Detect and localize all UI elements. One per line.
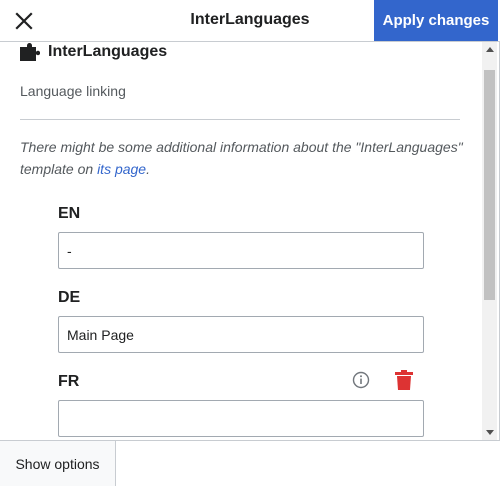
scroll-thumb[interactable] [484, 70, 495, 300]
trash-icon[interactable] [395, 370, 413, 390]
info-icon[interactable] [352, 371, 370, 389]
param-label-en: EN [58, 205, 81, 222]
close-button[interactable] [6, 3, 42, 39]
chevron-down-icon [485, 430, 494, 435]
template-page-link[interactable]: its page [97, 161, 146, 177]
template-note: There might be some additional informati… [20, 136, 470, 180]
template-dialog: InterLanguages Apply changes InterLangua… [0, 0, 500, 486]
note-suffix: . [146, 161, 150, 177]
scrollbar[interactable] [482, 42, 497, 440]
param-label-de: DE [58, 289, 81, 306]
dialog-header: InterLanguages Apply changes [0, 0, 500, 42]
puzzle-icon [20, 43, 40, 61]
chevron-up-icon [485, 47, 494, 52]
param-input-de[interactable] [58, 316, 424, 353]
template-name: InterLanguages [48, 43, 168, 60]
apply-changes-button[interactable]: Apply changes [374, 0, 498, 41]
template-heading: InterLanguages [20, 42, 167, 62]
divider [20, 119, 460, 120]
close-icon [15, 12, 33, 30]
scroll-up-arrow[interactable] [482, 42, 497, 56]
note-text: There might be some additional informati… [20, 139, 463, 177]
param-input-fr[interactable] [58, 400, 424, 437]
param-input-en[interactable] [58, 232, 424, 269]
param-label-fr: FR [58, 373, 80, 390]
dialog-body[interactable]: InterLanguages Language linking There mi… [0, 42, 498, 440]
show-options-button[interactable]: Show options [0, 441, 116, 486]
dialog-footer: Show options [0, 440, 500, 486]
scroll-down-arrow[interactable] [482, 426, 497, 440]
template-description: Language linking [20, 83, 126, 99]
